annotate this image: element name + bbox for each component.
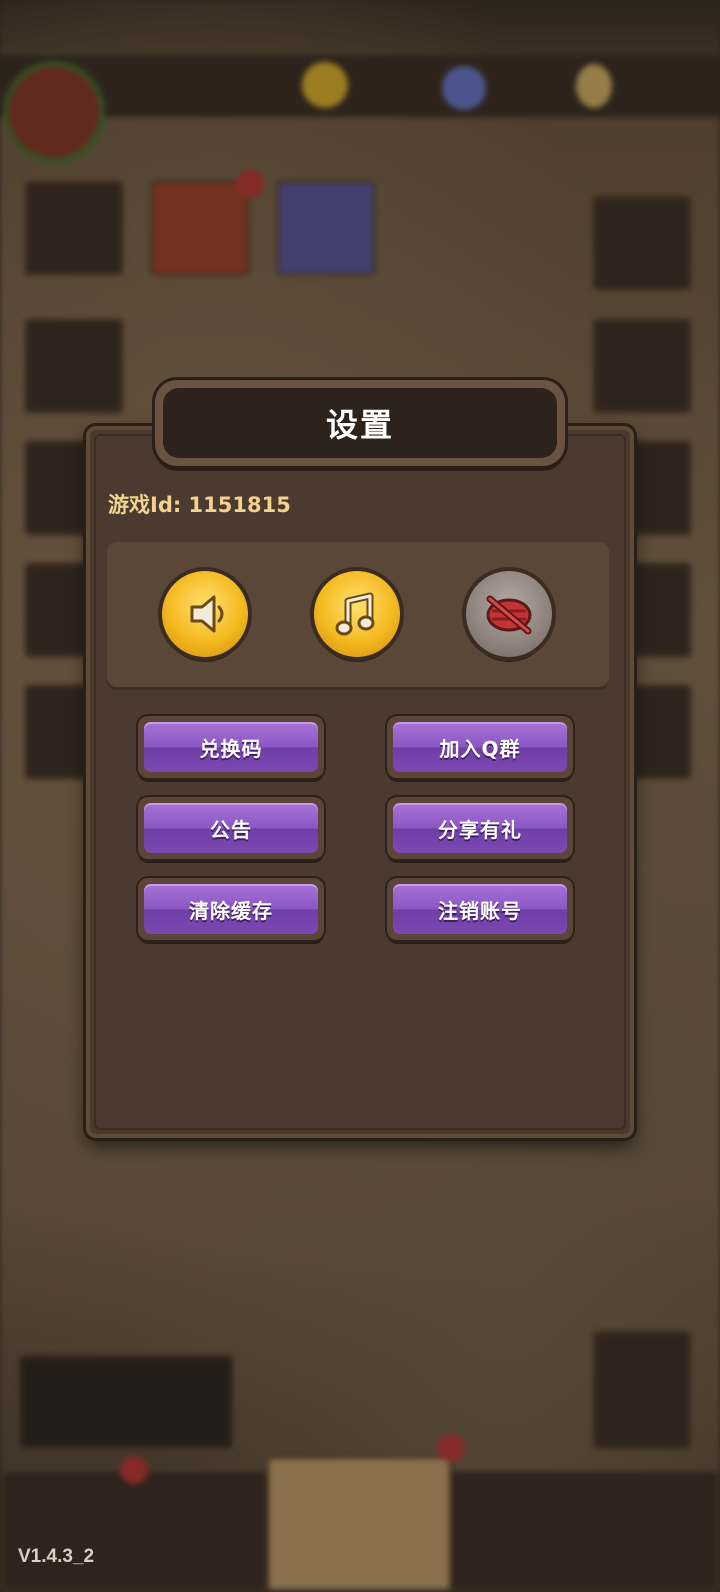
game-id-label: 游戏Id: 1151815 — [108, 493, 291, 517]
vibration-toggle-button[interactable] — [466, 571, 552, 657]
settings-dialog — [86, 426, 634, 1138]
clear-cache-label: 清除缓存 — [189, 898, 273, 923]
dialog-title-plate: 设置 — [155, 380, 565, 466]
share-gift-label: 分享有礼 — [438, 817, 522, 842]
music-toggle-button[interactable] — [314, 571, 400, 657]
delete-account-button[interactable]: 注销账号 — [387, 878, 573, 940]
delete-account-label: 注销账号 — [438, 898, 522, 923]
speaker-icon — [190, 595, 224, 633]
join-qq-group-label: 加入Q群 — [439, 736, 521, 761]
version-label: V1.4.3_2 — [18, 1546, 95, 1567]
clear-cache-button[interactable]: 清除缓存 — [138, 878, 324, 940]
redeem-code-button[interactable]: 兑换码 — [138, 716, 324, 778]
announcement-button[interactable]: 公告 — [138, 797, 324, 859]
redeem-code-label: 兑换码 — [199, 736, 263, 761]
join-qq-group-button[interactable]: 加入Q群 — [387, 716, 573, 778]
share-gift-button[interactable]: 分享有礼 — [387, 797, 573, 859]
music-note-icon — [335, 592, 375, 636]
dialog-title: 设置 — [325, 406, 394, 444]
vibration-off-icon — [486, 595, 532, 635]
sound-toggle-button[interactable] — [162, 571, 248, 657]
announcement-label: 公告 — [210, 817, 252, 842]
